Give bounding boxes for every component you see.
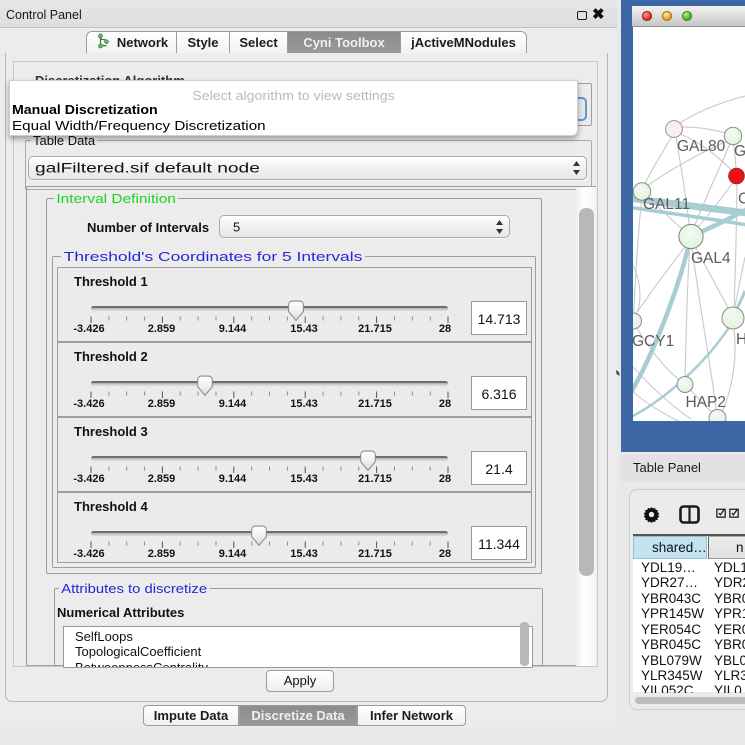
svg-text:GAL11: GAL11	[643, 196, 690, 213]
svg-text:C: C	[738, 191, 745, 208]
svg-text:H: H	[736, 331, 745, 348]
svg-text:HAP2: HAP2	[686, 394, 727, 411]
svg-text:GAL4: GAL4	[691, 250, 731, 267]
svg-text:GCY1: GCY1	[633, 333, 674, 350]
svg-text:GAL80: GAL80	[677, 138, 726, 155]
svg-text:GA: GA	[734, 143, 745, 160]
